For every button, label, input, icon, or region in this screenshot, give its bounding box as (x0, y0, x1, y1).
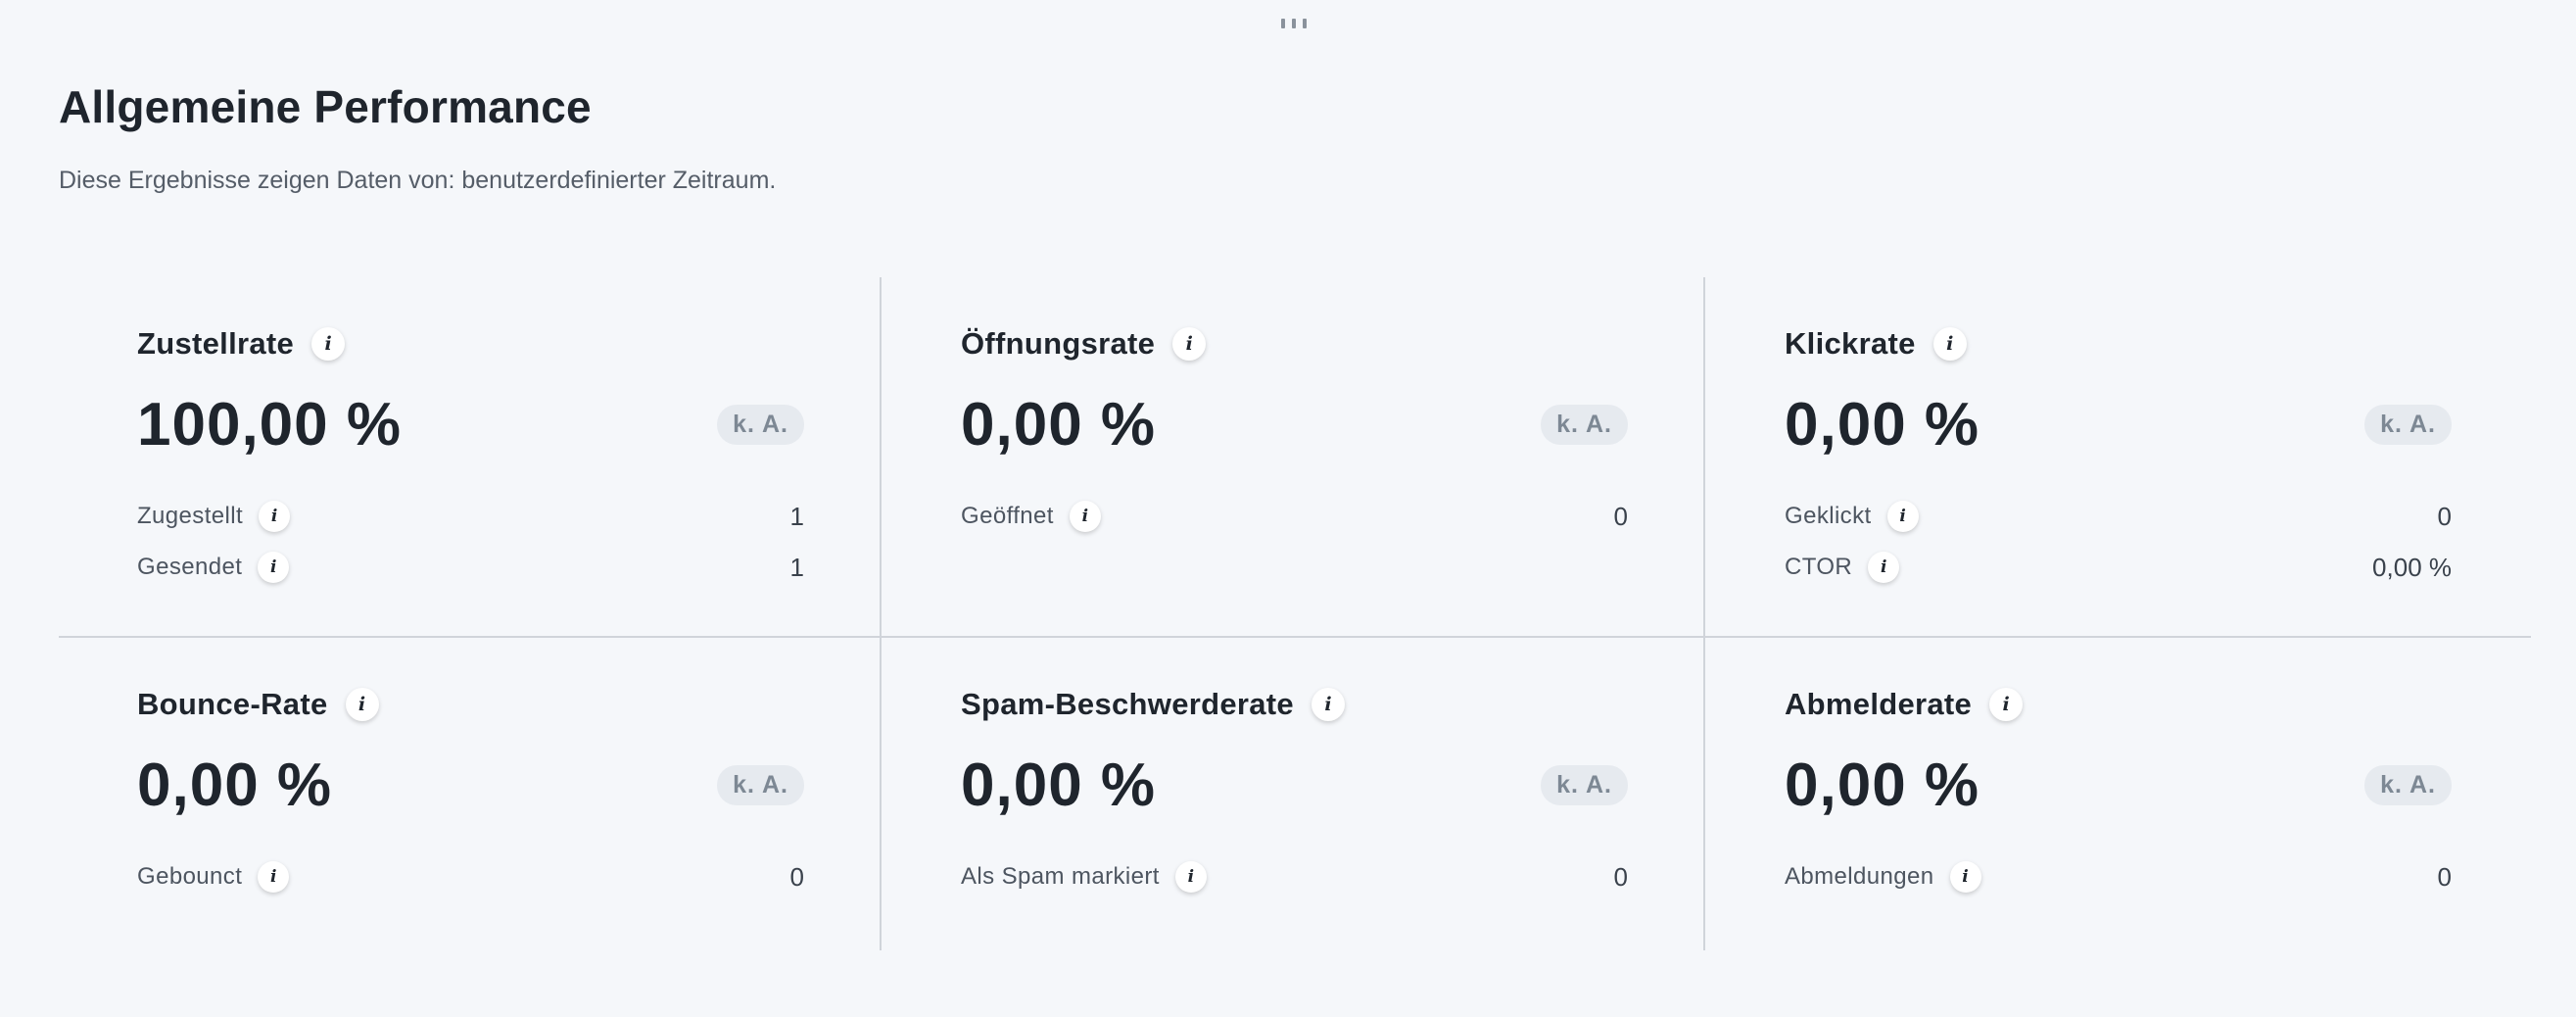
column-divider (1703, 277, 1705, 950)
metric-card-klickrate: Klickrate i 0,00 % k. A. Geklickt i 0 CT… (1785, 322, 2452, 593)
metric-title: Öffnungsrate (961, 326, 1156, 361)
drag-handle-bar (1303, 19, 1307, 28)
metric-card-oeffnungsrate: Öffnungsrate i 0,00 % k. A. Geöffnet i 0 (961, 322, 1628, 542)
sub-metric-label: Als Spam markiert (961, 863, 1160, 890)
sub-metric-row: Geöffnet i 0 (961, 491, 1628, 542)
metric-value: 0,00 % (961, 390, 1157, 459)
sub-metric-row: Als Spam markiert i 0 (961, 851, 1628, 902)
sub-metric-label: Zugestellt (137, 503, 244, 529)
info-icon[interactable]: i (1932, 327, 1967, 361)
metric-title: Zustellrate (137, 326, 295, 361)
metric-value: 0,00 % (961, 751, 1157, 819)
sub-metric-label: CTOR (1785, 554, 1853, 580)
info-icon[interactable]: i (311, 327, 346, 361)
metric-card-bounce-rate: Bounce-Rate i 0,00 % k. A. Gebounct i 0 (137, 683, 804, 902)
info-icon[interactable]: i (259, 501, 291, 532)
info-icon[interactable]: i (345, 688, 379, 721)
sub-metric-label: Geöffnet (961, 503, 1054, 529)
metric-value: 0,00 % (137, 751, 333, 819)
sub-metric-row: Abmeldungen i 0 (1785, 851, 2452, 902)
info-icon[interactable]: i (258, 552, 290, 583)
sub-metric-label: Gebounct (137, 863, 243, 890)
sub-metric-label: Geklickt (1785, 503, 1872, 529)
metric-value: 0,00 % (1785, 751, 1980, 819)
metric-title: Spam-Beschwerderate (961, 687, 1294, 721)
sub-metric-label: Abmeldungen (1785, 863, 1934, 890)
info-icon[interactable]: i (258, 861, 290, 893)
info-icon[interactable]: i (1949, 861, 1981, 893)
sub-metric-value: 1 (789, 552, 804, 582)
info-icon[interactable]: i (1989, 688, 2024, 721)
sub-metric-value: 0 (789, 861, 804, 892)
metric-value: 100,00 % (137, 390, 402, 459)
info-icon[interactable]: i (1886, 501, 1919, 532)
metric-card-zustellrate: Zustellrate i 100,00 % k. A. Zugestellt … (137, 322, 804, 593)
sub-metric-value: 0 (1613, 861, 1628, 892)
info-icon[interactable]: i (1174, 861, 1207, 893)
sub-metric-value: 0 (2437, 501, 2452, 531)
metric-card-spam-beschwerderate: Spam-Beschwerderate i 0,00 % k. A. Als S… (961, 683, 1628, 902)
info-icon[interactable]: i (1172, 327, 1207, 361)
row-divider (59, 636, 2531, 638)
sub-metric-row: CTOR i 0,00 % (1785, 542, 2452, 593)
comparison-badge: k. A. (2364, 404, 2452, 445)
metric-value: 0,00 % (1785, 390, 1980, 459)
sub-metric-row: Geklickt i 0 (1785, 491, 2452, 542)
drag-handle-bar (1292, 19, 1296, 28)
comparison-badge: k. A. (1541, 764, 1628, 805)
drag-handle[interactable] (1281, 19, 1307, 28)
sub-metric-label: Gesendet (137, 554, 243, 580)
metric-title: Abmelderate (1785, 687, 1973, 721)
sub-metric-value: 0 (1613, 501, 1628, 531)
column-divider (880, 277, 882, 950)
drag-handle-bar (1281, 19, 1285, 28)
sub-metric-value: 0,00 % (2372, 552, 2452, 582)
page-subtitle: Diese Ergebnisse zeigen Daten von: benut… (59, 167, 777, 194)
metric-title: Bounce-Rate (137, 687, 328, 721)
metrics-grid: Zustellrate i 100,00 % k. A. Zugestellt … (59, 277, 2531, 950)
metric-title: Klickrate (1785, 326, 1916, 361)
metric-card-abmelderate: Abmelderate i 0,00 % k. A. Abmeldungen i… (1785, 683, 2452, 902)
sub-metric-row: Zugestellt i 1 (137, 491, 804, 542)
page-title: Allgemeine Performance (59, 81, 592, 132)
comparison-badge: k. A. (717, 404, 804, 445)
info-icon[interactable]: i (1311, 688, 1345, 721)
sub-metric-row: Gesendet i 1 (137, 542, 804, 593)
sub-metric-value: 1 (789, 501, 804, 531)
info-icon[interactable]: i (1868, 552, 1900, 583)
comparison-badge: k. A. (2364, 764, 2452, 805)
comparison-badge: k. A. (717, 764, 804, 805)
sub-metric-row: Gebounct i 0 (137, 851, 804, 902)
sub-metric-value: 0 (2437, 861, 2452, 892)
comparison-badge: k. A. (1541, 404, 1628, 445)
info-icon[interactable]: i (1069, 501, 1101, 532)
